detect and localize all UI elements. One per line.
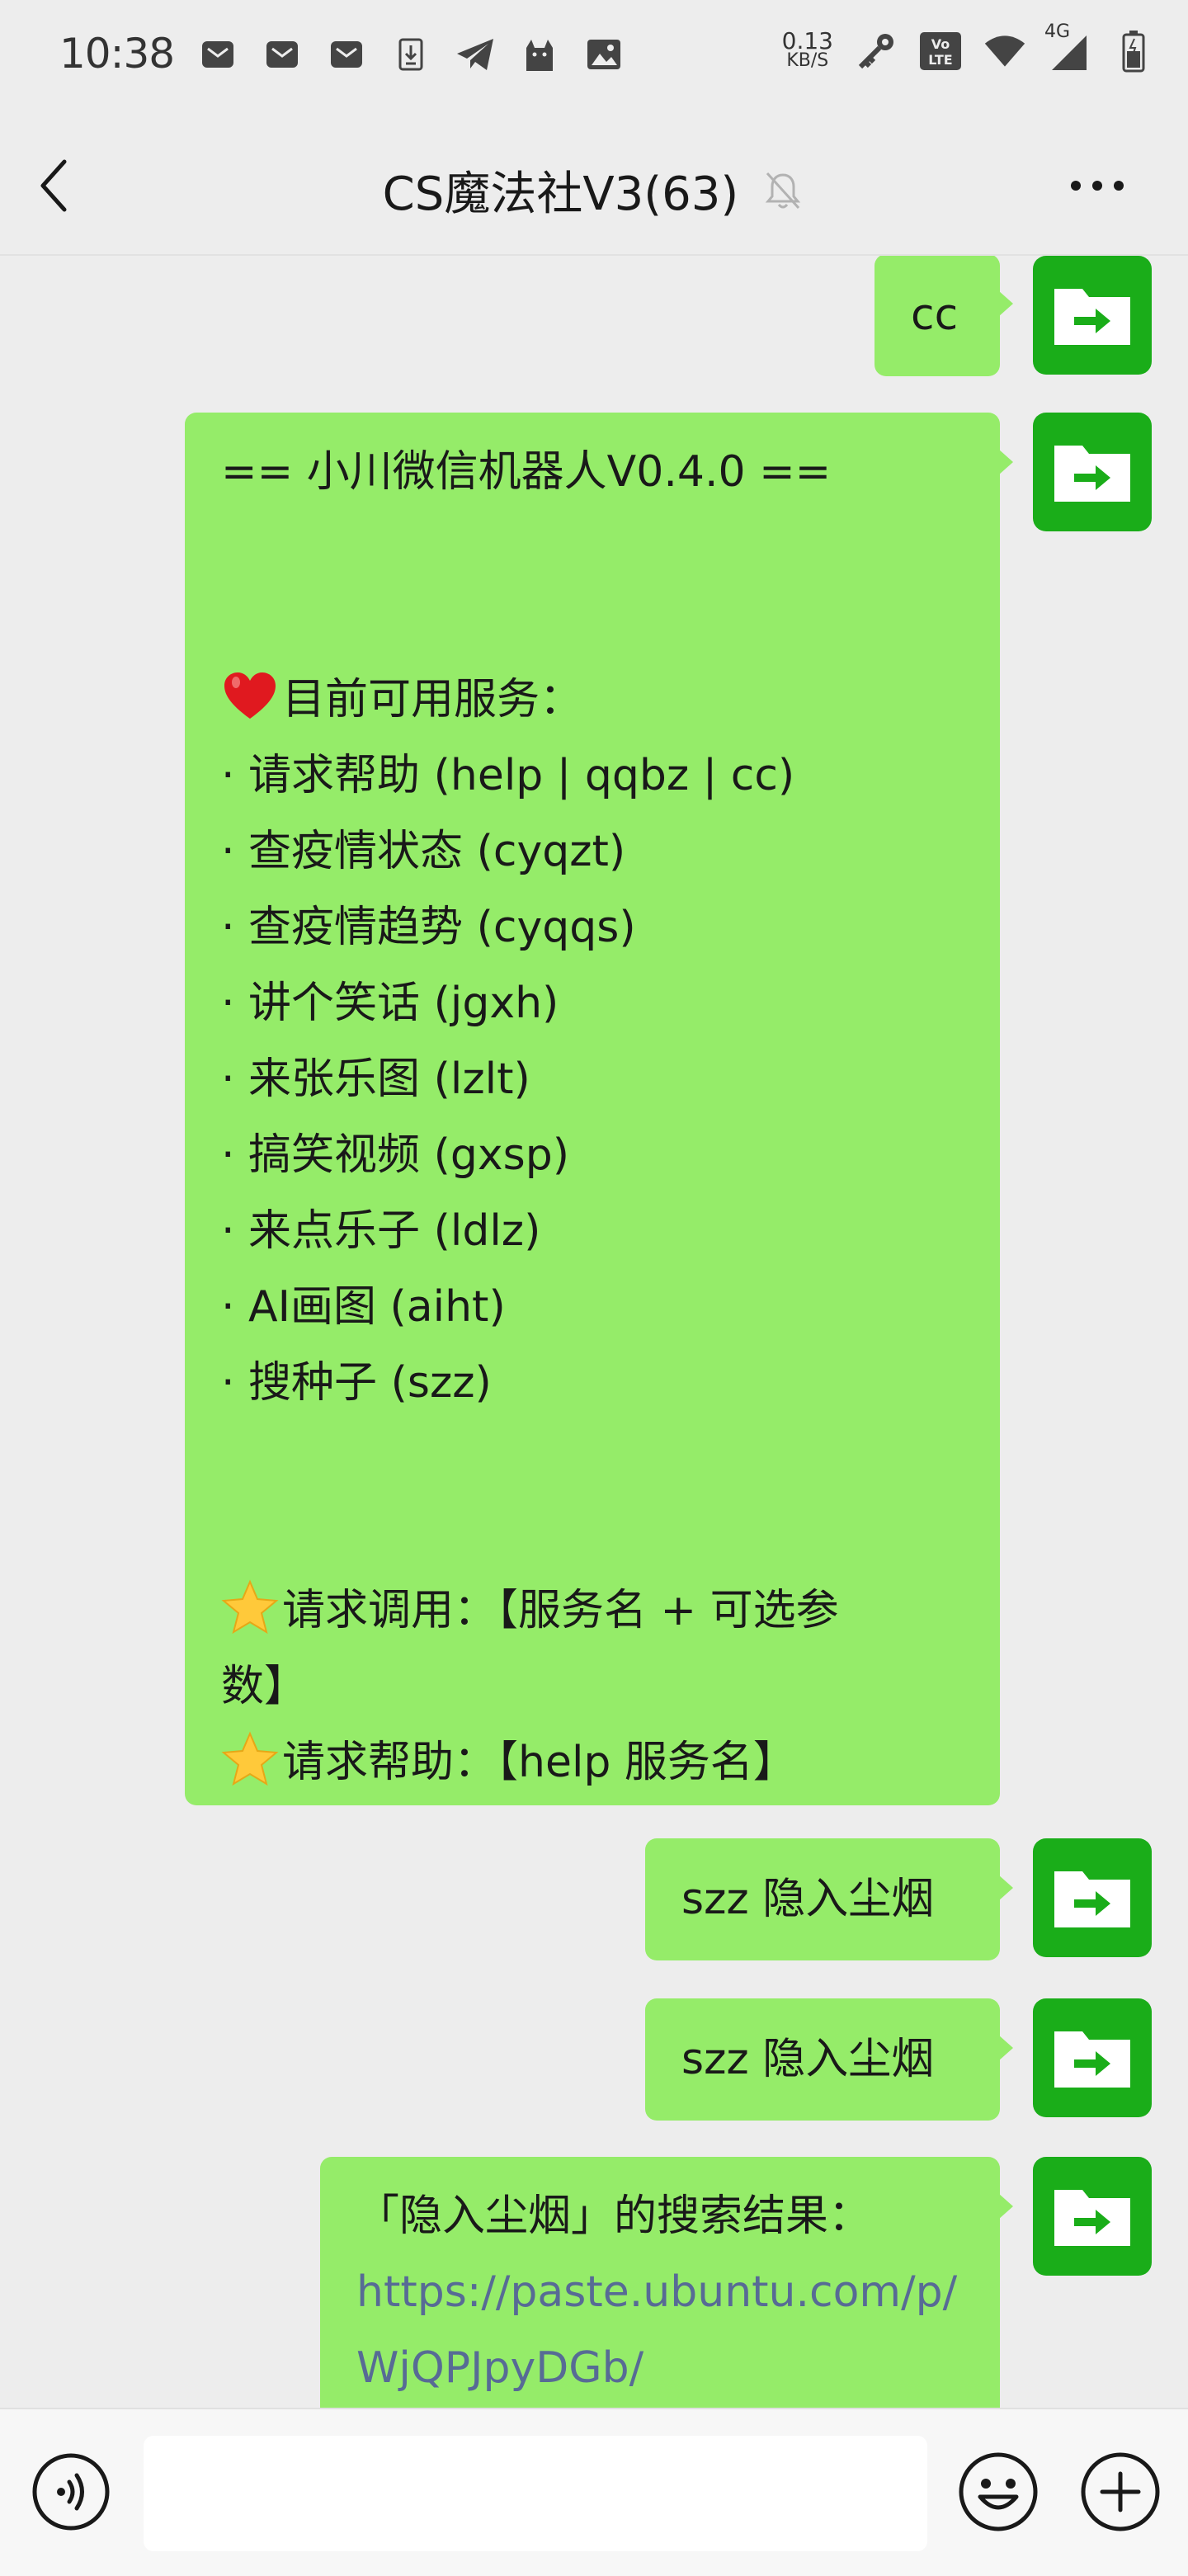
star-emoji-icon: [221, 1579, 279, 1635]
empty-line: [221, 1497, 964, 1573]
mute-bell-icon: [766, 172, 801, 209]
message-line: == 小川微信机器人V0.4.0 ==: [221, 447, 832, 497]
result-link[interactable]: WjQPJpyDGb/: [356, 2330, 964, 2406]
chat-header: CS魔法社V3(63): [0, 116, 1188, 256]
title-area: CS魔法社V3(63): [0, 157, 1188, 224]
battery-icon: [1112, 30, 1155, 73]
message-input[interactable]: [144, 2436, 927, 2551]
svg-text:Vo: Vo: [931, 36, 950, 52]
message-bubble[interactable]: szz 隐入尘烟: [645, 1838, 1013, 1960]
message-text: 「隐入尘烟」的搜索结果：: [356, 2191, 872, 2241]
service-item: · 来张乐图 (lzlt): [221, 1054, 530, 1104]
service-item: · 查疫情趋势 (cyqqs): [221, 903, 636, 952]
message-text: cc: [911, 290, 959, 340]
service-item: · 来点乐子 (ldlz): [221, 1206, 541, 1256]
bubble-tail: [998, 2035, 1013, 2061]
message-line: 目前可用服务：: [221, 662, 964, 738]
message-line: 请求帮助：【help 服务名】: [221, 1724, 964, 1800]
notification-icons: [196, 33, 625, 76]
wifi-icon: [983, 30, 1026, 73]
bubble-tail: [998, 449, 1013, 475]
status-time: 10:38: [59, 30, 175, 78]
message-line: 请求调用：【服务名 + 可选参: [221, 1573, 964, 1649]
mail-icon: [325, 33, 368, 76]
empty-line: [221, 510, 964, 586]
mail-icon: [196, 33, 239, 76]
signal-icon: 4G: [1044, 21, 1091, 73]
folder-arrow-icon: [1054, 1871, 1130, 1927]
system-icons: 0.13 KB/S Vo LTE 4G: [781, 21, 1155, 73]
plus-button[interactable]: [1079, 2451, 1162, 2533]
svg-text:LTE: LTE: [928, 52, 952, 68]
bubble-tail: [998, 1875, 1013, 1901]
bubble-tail: [998, 290, 1013, 317]
voice-button[interactable]: [31, 2452, 111, 2531]
image-icon: [582, 33, 625, 76]
message-list[interactable]: cc == 小川微信机器人V0.4.0 == 目前可用服务： · 请求帮助 (h…: [0, 256, 1188, 2408]
folder-arrow-icon: [1054, 2031, 1130, 2088]
result-link[interactable]: https://paste.ubuntu.com/p/: [356, 2254, 964, 2330]
telegram-icon: [454, 33, 497, 76]
message-bubble[interactable]: cc: [874, 256, 1013, 376]
more-button[interactable]: [1064, 165, 1130, 206]
service-item: · 搞笑视频 (gxsp): [221, 1130, 570, 1180]
message-bubble[interactable]: 「隐入尘烟」的搜索结果： https://paste.ubuntu.com/p/…: [320, 2157, 1013, 2408]
avatar[interactable]: [1033, 1838, 1152, 1957]
service-item: · 搜种子 (szz): [221, 1358, 492, 1408]
input-bar: [0, 2408, 1188, 2576]
avatar[interactable]: [1033, 256, 1152, 375]
download-icon: [389, 33, 432, 76]
folder-arrow-icon: [1054, 446, 1130, 502]
network-type: 4G: [1044, 21, 1071, 42]
heart-emoji-icon: [224, 672, 276, 719]
message-text: szz 隐入尘烟: [681, 2035, 935, 2084]
cat-icon: [518, 33, 561, 76]
key-icon: [855, 30, 898, 73]
volte-icon: Vo LTE: [919, 30, 962, 73]
service-item: · 查疫情状态 (cyqzt): [221, 827, 626, 876]
message-bubble[interactable]: szz 隐入尘烟: [645, 1998, 1013, 2121]
voice-icon: [32, 2453, 110, 2531]
star-emoji-icon: [221, 1731, 279, 1786]
folder-arrow-icon: [1054, 289, 1130, 345]
status-bar: 10:38 0.13 KB/S Vo LTE 4G: [0, 0, 1188, 116]
message-line: 数】: [221, 1662, 308, 1711]
net-speed: 0.13 KB/S: [781, 27, 833, 71]
more-dots-icon: [1071, 181, 1124, 191]
service-item: · 讲个笑话 (jgxh): [221, 979, 559, 1028]
emoji-button[interactable]: [957, 2451, 1040, 2533]
avatar[interactable]: [1033, 413, 1152, 531]
mail-icon: [261, 33, 304, 76]
service-item: · AI画图 (aiht): [221, 1282, 506, 1332]
chat-title: CS魔法社V3(63): [382, 167, 739, 221]
folder-arrow-icon: [1054, 2190, 1130, 2246]
message-bubble[interactable]: == 小川微信机器人V0.4.0 == 目前可用服务： · 请求帮助 (help…: [185, 413, 1013, 1805]
emoji-icon: [959, 2452, 1038, 2531]
empty-line: [221, 1421, 964, 1497]
bubble-tail: [998, 2193, 1013, 2220]
service-item: · 请求帮助 (help | qqbz | cc): [221, 751, 795, 800]
plus-icon: [1081, 2452, 1160, 2531]
message-text: szz 隐入尘烟: [681, 1875, 935, 1924]
empty-line: [221, 586, 964, 662]
avatar[interactable]: [1033, 2157, 1152, 2276]
avatar[interactable]: [1033, 1998, 1152, 2117]
